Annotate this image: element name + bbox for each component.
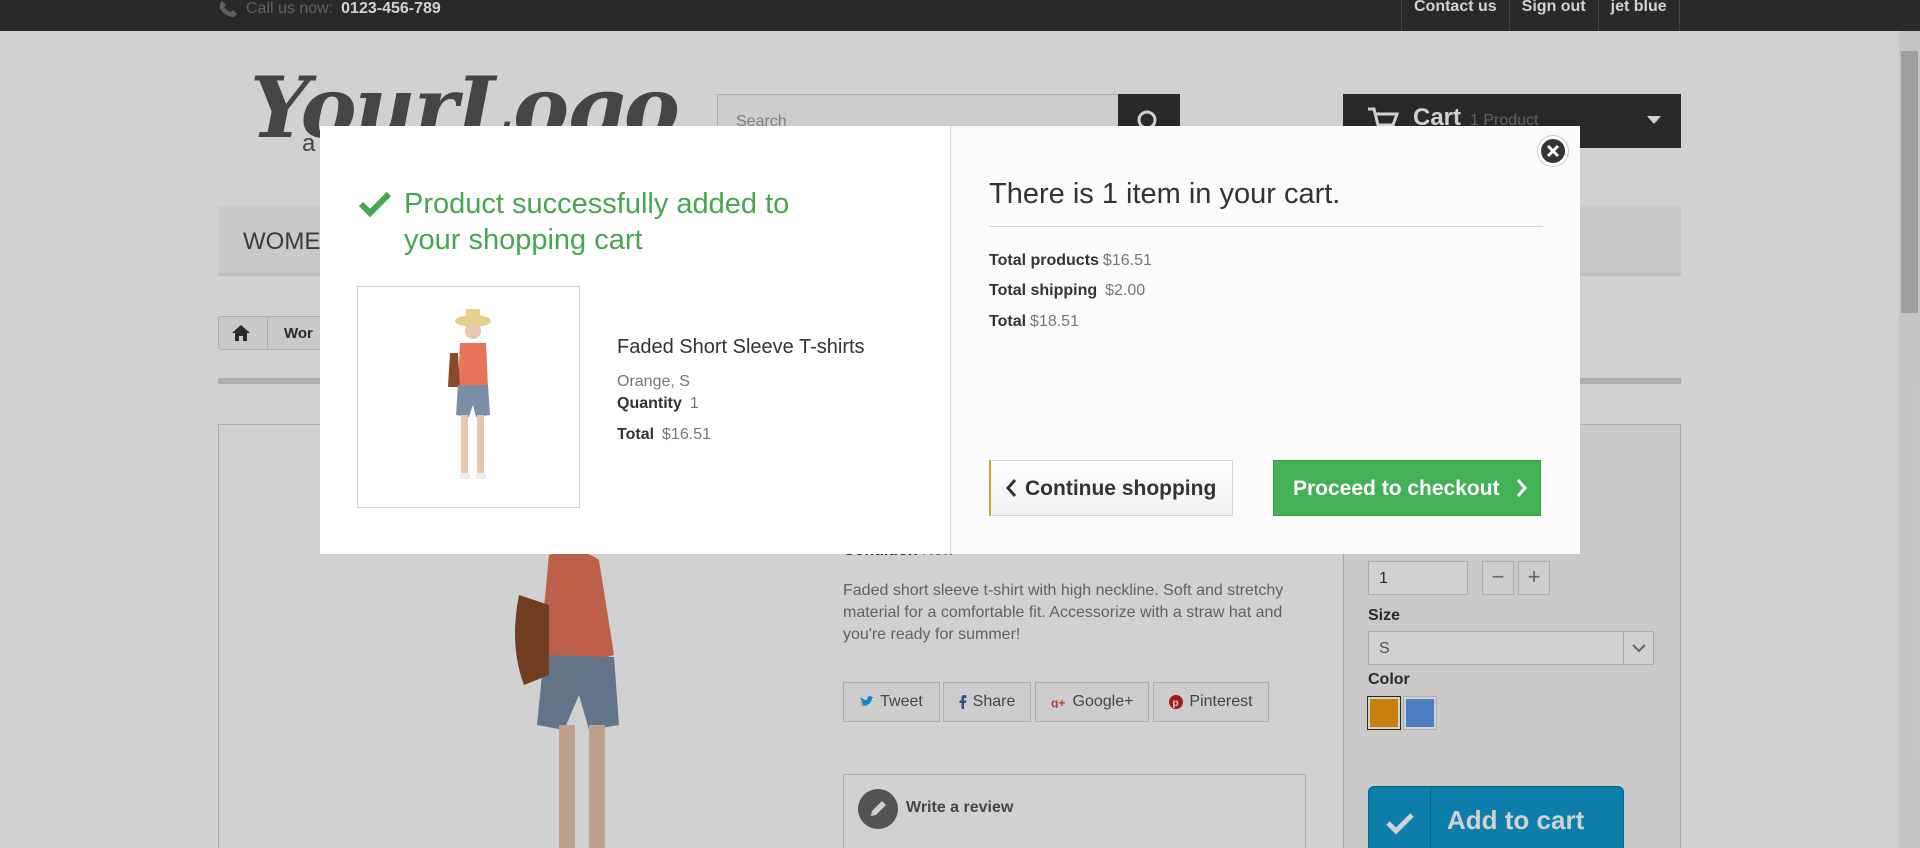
proceed-to-checkout-label: Proceed to checkout <box>1293 477 1500 500</box>
check-icon <box>358 191 392 218</box>
total-products-value: $16.51 <box>1102 252 1152 269</box>
summary-total-label: Total <box>989 313 1027 330</box>
cart-summary-panel: There is 1 item in your cart. Total prod… <box>950 126 1580 554</box>
chevron-right-icon <box>1516 479 1527 497</box>
modal-total: Total $16.51 <box>617 426 711 444</box>
close-button[interactable] <box>1538 136 1568 166</box>
summary-total-shipping: Total shipping $2.00 <box>989 282 1145 300</box>
modal-title-text: Product successfully added to your shopp… <box>404 188 790 256</box>
total-shipping-label: Total shipping <box>989 282 1098 299</box>
modal-title: Product successfully added to your shopp… <box>358 186 800 258</box>
modal-total-value: $16.51 <box>662 426 711 443</box>
divider <box>989 226 1543 227</box>
summary-total-value: $18.51 <box>1030 313 1079 330</box>
product-thumbnail <box>357 286 580 508</box>
modal-total-label: Total <box>617 426 655 443</box>
modal-quantity-label: Quantity <box>617 395 682 412</box>
summary-total: Total $18.51 <box>989 313 1079 331</box>
continue-shopping-label: Continue shopping <box>1025 477 1217 500</box>
chevron-left-icon <box>1006 479 1017 497</box>
modal-product-attributes: Orange, S <box>617 373 690 390</box>
proceed-to-checkout-button[interactable]: Proceed to checkout <box>1273 460 1541 516</box>
summary-total-products: Total products $16.51 <box>989 252 1152 270</box>
modal-product-name: Faded Short Sleeve T-shirts <box>617 336 865 358</box>
total-products-label: Total products <box>989 252 1099 269</box>
cart-confirmation-modal: Product successfully added to your shopp… <box>320 126 1580 554</box>
modal-quantity: Quantity 1 <box>617 395 699 413</box>
total-shipping-value: $2.00 <box>1105 282 1146 299</box>
continue-shopping-button[interactable]: Continue shopping <box>989 460 1233 516</box>
close-icon <box>1546 144 1560 158</box>
modal-quantity-value: 1 <box>689 395 699 412</box>
cart-summary-title: There is 1 item in your cart. <box>989 178 1341 210</box>
